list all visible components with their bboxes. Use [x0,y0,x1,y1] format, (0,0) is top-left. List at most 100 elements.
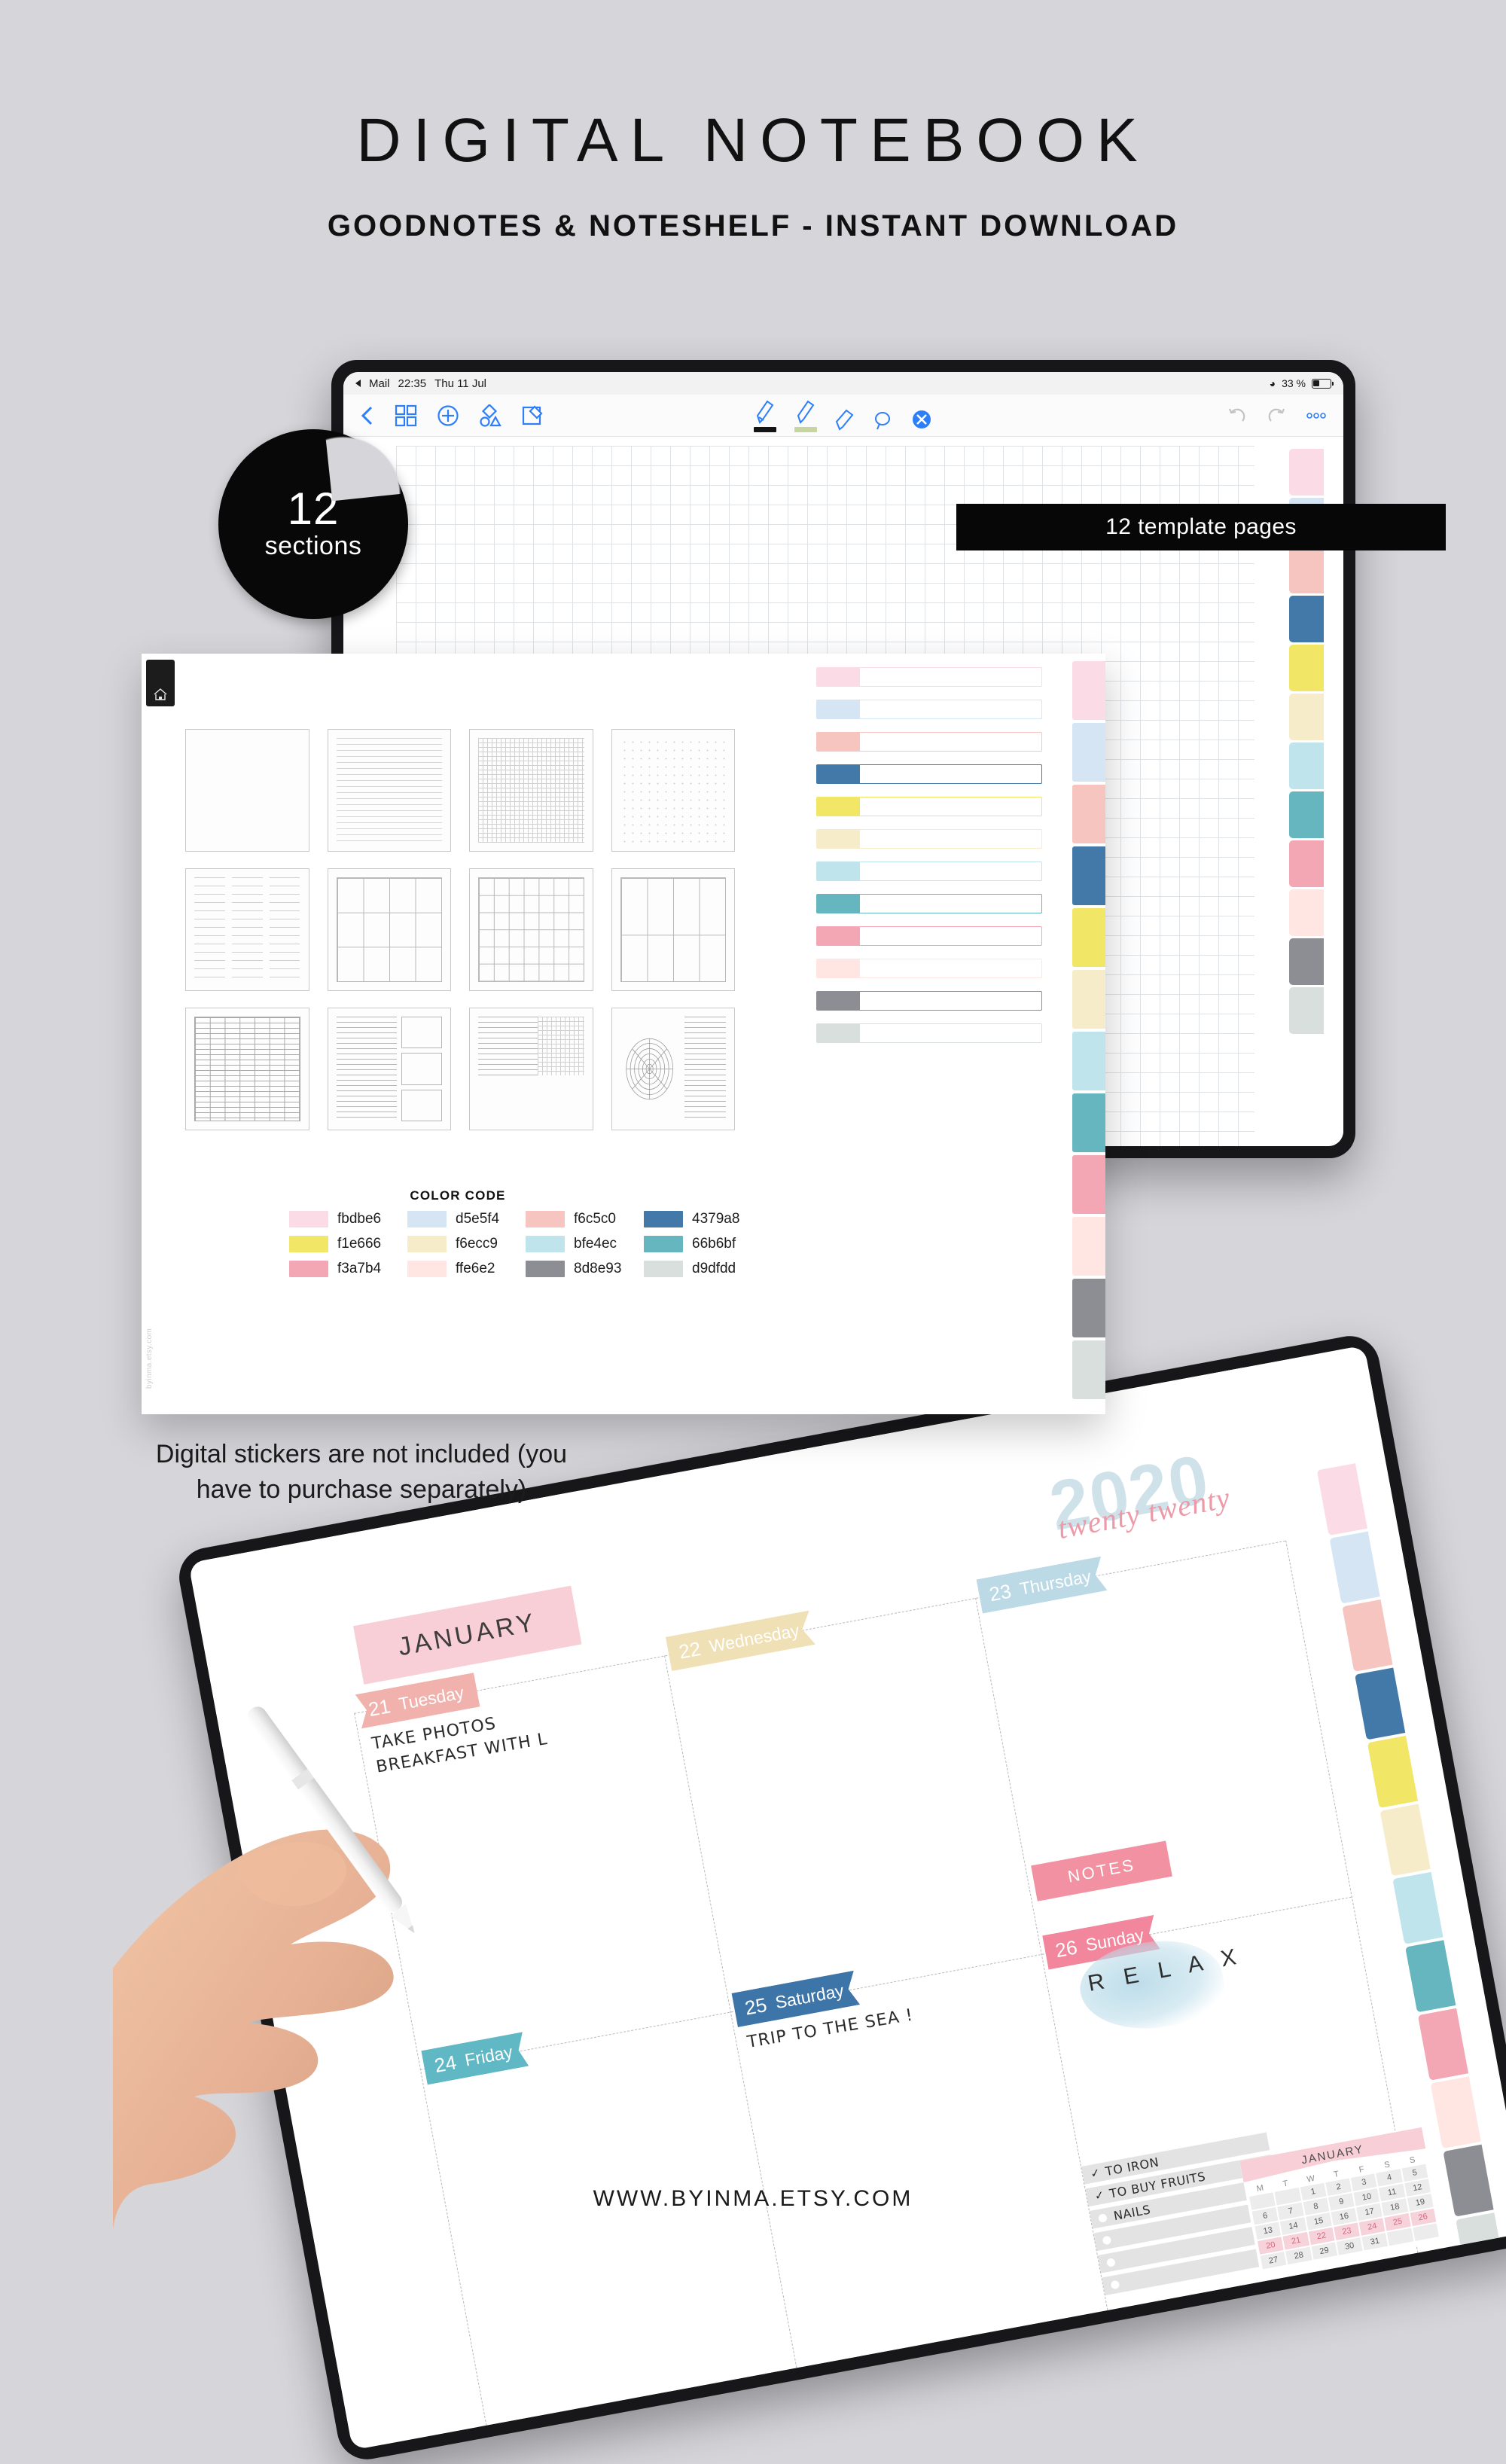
section-label-row-5[interactable] [816,797,1042,816]
checkbox-icon[interactable] [1110,2280,1120,2289]
lasso-icon[interactable] [873,407,892,432]
template-thumbnails-grid[interactable] [185,729,735,1130]
section-label-row-1[interactable] [816,667,1042,687]
section-tab-4[interactable] [1355,1667,1406,1740]
eraser-icon[interactable] [835,407,855,432]
shapes-icon[interactable] [479,404,501,427]
section-tab-7[interactable] [1392,1871,1444,1944]
section-tab-10[interactable] [1072,1217,1105,1276]
color-code-item: d9dfdd [644,1261,762,1277]
section-name-field[interactable] [860,959,1042,978]
color-hex-label: bfe4ec [574,1236,617,1252]
add-page-icon[interactable] [437,404,459,427]
section-tab-8[interactable] [1405,1940,1456,2013]
badge-number: 12 [287,483,340,534]
color-swatch [407,1211,447,1227]
section-tab-9[interactable] [1289,840,1324,887]
section-tab-8[interactable] [1072,1093,1105,1152]
template-thumbnail-grid-page[interactable] [469,729,593,852]
section-name-field[interactable] [860,894,1042,913]
section-tab-5[interactable] [1367,1735,1419,1808]
section-name-field[interactable] [860,797,1042,816]
template-thumbnail-four-by-three-box-page[interactable] [327,868,451,991]
compose-icon[interactable] [521,404,544,427]
template-thumbnail-mixed-layout-page[interactable] [327,1008,451,1130]
undo-icon[interactable] [1227,406,1247,425]
section-tab-3[interactable] [1289,547,1324,593]
section-tab-6[interactable] [1289,694,1324,740]
section-tab-12[interactable] [1456,2212,1506,2286]
section-tab-11[interactable] [1289,938,1324,985]
section-label-row-4[interactable] [816,764,1042,784]
section-name-field[interactable] [860,764,1042,784]
home-tab[interactable] [146,660,175,706]
section-tabs-index[interactable] [1072,654,1105,1414]
section-tab-10[interactable] [1430,2076,1481,2149]
more-options-icon[interactable] [1306,412,1327,419]
section-tab-7[interactable] [1072,1032,1105,1090]
section-tab-12[interactable] [1072,1340,1105,1399]
template-thumbnail-habit-tracker-page[interactable] [611,1008,735,1130]
redo-icon[interactable] [1267,406,1286,425]
section-tab-11[interactable] [1072,1279,1105,1337]
section-name-field[interactable] [860,667,1042,687]
section-label-row-9[interactable] [816,926,1042,946]
section-tab-3[interactable] [1072,785,1105,843]
checkmark-icon[interactable]: ✓ [1090,2166,1102,2181]
section-label-row-11[interactable] [816,991,1042,1011]
section-label-row-3[interactable] [816,732,1042,752]
checkbox-icon[interactable] [1106,2257,1117,2267]
section-tab-12[interactable] [1289,987,1324,1034]
section-tab-6[interactable] [1379,1804,1431,1877]
section-label-row-10[interactable] [816,959,1042,978]
section-name-field[interactable] [860,732,1042,752]
section-label-list[interactable] [816,667,1042,1056]
marker-pen-icon[interactable] [754,399,776,432]
section-label-row-2[interactable] [816,700,1042,719]
color-code-item: f6ecc9 [407,1236,526,1252]
section-tab-6[interactable] [1072,970,1105,1029]
checkbox-icon[interactable] [1102,2235,1112,2245]
section-label-row-8[interactable] [816,894,1042,913]
section-tab-4[interactable] [1072,846,1105,905]
section-name-field[interactable] [860,700,1042,719]
section-name-field[interactable] [860,991,1042,1011]
section-name-field[interactable] [860,829,1042,849]
pencil-icon[interactable] [794,399,817,432]
status-back-app: Mail [369,377,390,390]
weekly-planner-page: 2020 twenty twenty JANUARY 21 Tuesday 22… [188,1345,1506,2450]
checkbox-icon[interactable] [1098,2212,1108,2223]
section-tab-2[interactable] [1072,723,1105,782]
section-tab-5[interactable] [1072,908,1105,967]
section-tab-1[interactable] [1289,449,1324,496]
section-tab-9[interactable] [1417,2008,1469,2081]
section-tab-5[interactable] [1289,645,1324,691]
section-name-field[interactable] [860,926,1042,946]
section-tab-1[interactable] [1316,1463,1367,1536]
template-thumbnail-three-column-lined-page[interactable] [185,868,309,991]
section-tab-7[interactable] [1289,743,1324,789]
color-code-item: 66b6bf [644,1236,762,1252]
section-label-row-7[interactable] [816,861,1042,881]
section-tab-3[interactable] [1342,1599,1393,1673]
template-thumbnail-dense-table-page[interactable] [185,1008,309,1130]
section-tab-4[interactable] [1289,596,1324,642]
section-tab-8[interactable] [1289,791,1324,838]
section-tab-10[interactable] [1289,889,1324,936]
template-thumbnail-blank-page[interactable] [185,729,309,852]
template-thumbnail-lined-page[interactable] [327,729,451,852]
template-thumbnail-dotted-page[interactable] [611,729,735,852]
back-chevron-icon[interactable] [360,404,375,427]
section-tab-2[interactable] [1329,1531,1380,1604]
section-label-row-6[interactable] [816,829,1042,849]
section-tab-9[interactable] [1072,1155,1105,1214]
template-thumbnail-monthly-grid-page[interactable] [469,868,593,991]
section-label-row-12[interactable] [816,1023,1042,1043]
section-name-field[interactable] [860,861,1042,881]
section-name-field[interactable] [860,1023,1042,1043]
section-tab-1[interactable] [1072,661,1105,720]
template-thumbnail-four-column-page[interactable] [611,868,735,991]
close-icon[interactable] [910,407,933,432]
template-thumbnail-half-grid-page[interactable] [469,1008,593,1130]
todo-text: TO IRON [1104,2154,1160,2179]
